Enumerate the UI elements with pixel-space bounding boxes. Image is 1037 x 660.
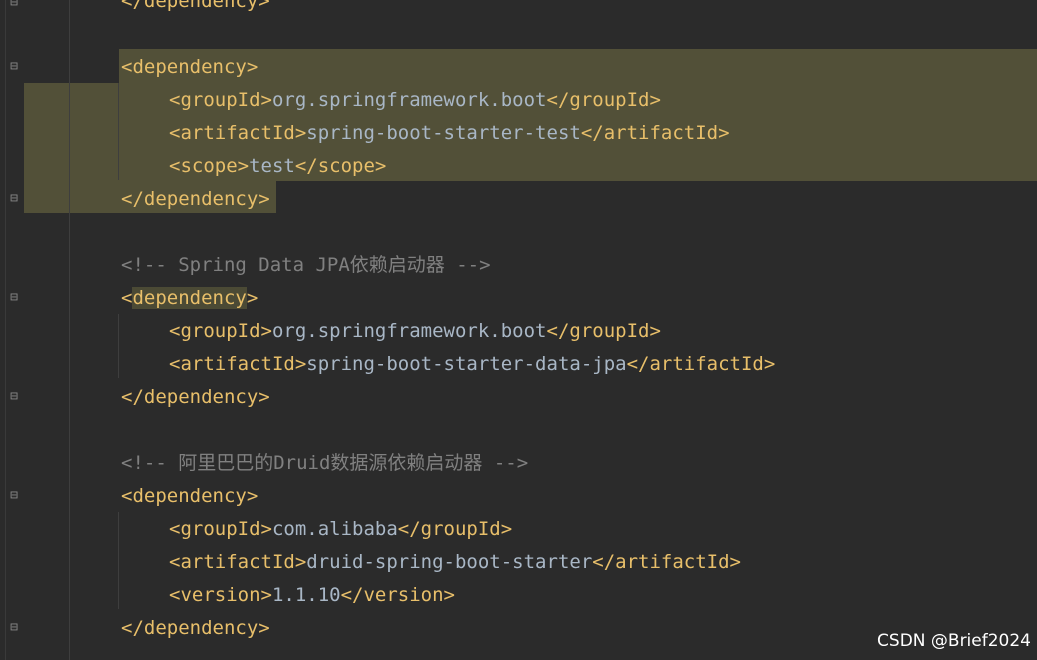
code-tag: <dependency> (121, 56, 259, 78)
code-tag: <groupId> (169, 89, 272, 111)
fold-end-icon[interactable]: ⊟ (7, 390, 21, 404)
code-line: <scope>test</scope> (169, 150, 386, 183)
fold-end-icon[interactable]: ⊟ (7, 192, 21, 206)
indent-guide (69, 0, 70, 660)
code-tag: > (246, 287, 259, 309)
code-tag: </dependency> (121, 188, 270, 210)
code-tag: </groupId> (546, 89, 661, 111)
code-text: test (249, 155, 295, 177)
code-tag: </scope> (294, 155, 387, 177)
code-line: <dependency> (121, 282, 258, 315)
code-tag: <groupId> (169, 518, 272, 540)
code-tag: <groupId> (169, 320, 272, 342)
code-line: <artifactId>spring-boot-starter-data-jpa… (169, 348, 775, 381)
code-text: spring-boot-starter-data-jpa (306, 353, 627, 375)
fold-start-icon[interactable]: ⊟ (7, 489, 21, 503)
code-tag: </artifactId> (626, 353, 776, 375)
code-text: 1.1.10 (271, 584, 341, 606)
code-tag: dependency (132, 287, 247, 309)
code-line: <artifactId>spring-boot-starter-test</ar… (169, 117, 730, 150)
code-line: <!-- Spring Data JPA依赖启动器 --> (121, 249, 491, 282)
code-tag: </dependency> (121, 0, 270, 12)
indent-guide (118, 314, 119, 378)
code-tag: <artifactId> (169, 551, 307, 573)
code-comment: <!-- Spring Data JPA依赖启动器 --> (121, 254, 491, 276)
code-tag: </groupId> (397, 518, 513, 540)
fold-start-icon[interactable]: ⊟ (7, 60, 21, 74)
code-tag: </dependency> (121, 386, 270, 408)
gutter-divider (5, 0, 6, 660)
code-text: spring-boot-starter-test (306, 122, 581, 144)
code-tag: </dependency> (121, 617, 270, 639)
code-tag: </artifactId> (592, 551, 741, 573)
code-text: org.springframework.boot (271, 320, 547, 342)
code-tag: <scope> (169, 155, 250, 177)
code-tag: </groupId> (546, 320, 661, 342)
code-tag: <version> (169, 584, 272, 606)
editor-gutter (0, 0, 24, 660)
code-tag: < (121, 287, 133, 309)
code-line: <groupId>org.springframework.boot</group… (169, 84, 661, 117)
fold-start-icon[interactable]: ⊟ (7, 291, 21, 305)
code-tag: <artifactId> (169, 353, 307, 375)
indent-guide (118, 83, 119, 180)
code-line: </dependency> (121, 0, 270, 18)
code-tag: <dependency> (121, 485, 259, 507)
code-tag: <artifactId> (169, 122, 307, 144)
code-line: <groupId>com.alibaba</groupId> (169, 513, 512, 546)
code-line: <dependency> (121, 480, 258, 513)
code-tag: </version> (340, 584, 455, 606)
fold-end-icon[interactable]: ⊟ (7, 0, 21, 10)
code-text: org.springframework.boot (271, 89, 547, 111)
code-editor[interactable]: </dependency> <dependency> <groupId>org.sp… (0, 0, 1037, 660)
code-line: </dependency> (121, 612, 270, 645)
code-line: <artifactId>druid-spring-boot-starter</a… (169, 546, 741, 579)
code-tag: </artifactId> (580, 122, 730, 144)
code-line: <dependency> (121, 51, 258, 84)
code-line: <groupId>org.springframework.boot</group… (169, 315, 661, 348)
code-line: </dependency> (121, 381, 270, 414)
code-comment: <!-- 阿里巴巴的Druid数据源依赖启动器 --> (121, 452, 529, 474)
code-line: </dependency> (121, 183, 270, 216)
fold-end-icon[interactable]: ⊟ (7, 621, 21, 635)
selection-highlight-gutter (24, 83, 119, 213)
code-line: <!-- 阿里巴巴的Druid数据源依赖启动器 --> (121, 447, 528, 480)
code-line: <version>1.1.10</version> (169, 579, 455, 612)
indent-guide (118, 512, 119, 609)
code-text: druid-spring-boot-starter (306, 551, 593, 573)
code-text: com.alibaba (271, 518, 398, 540)
watermark: CSDN @Brief2024 (877, 631, 1031, 651)
